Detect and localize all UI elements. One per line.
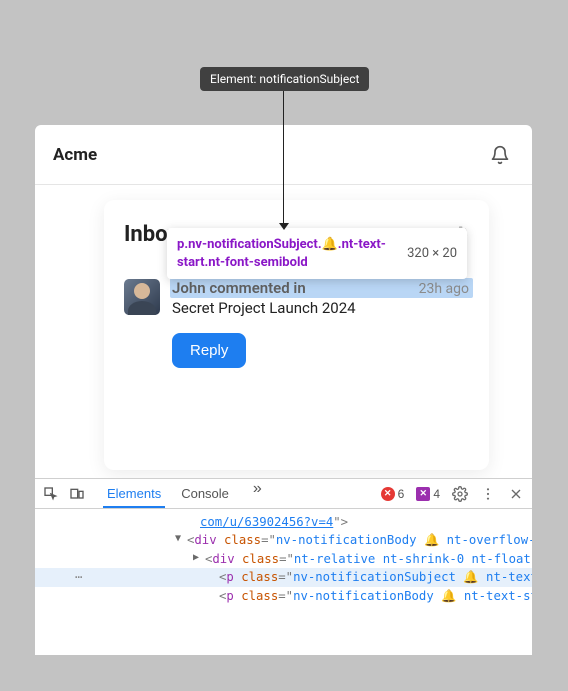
inspect-element-button[interactable] — [43, 486, 59, 502]
dom-line-selected[interactable]: ⋯ <p class="nv-notificationSubject 🔔 nt-… — [35, 568, 532, 586]
dom-line[interactable]: ▶ <div class="nt-relative nt-shrink-0 nt… — [35, 550, 532, 568]
tab-console[interactable]: Console — [181, 480, 229, 507]
tab-elements[interactable]: Elements — [107, 480, 161, 507]
inspector-element-label: Element: notificationSubject — [200, 67, 369, 91]
bell-icon — [490, 145, 510, 165]
errors-indicator[interactable]: ✕ 6 — [381, 487, 405, 501]
error-icon: ✕ — [381, 487, 395, 501]
notification-subject-line: John commented in 23h ago — [170, 278, 473, 298]
devtools-tabs: Elements Console » — [107, 480, 262, 507]
warning-icon: ✕ — [416, 487, 430, 501]
devtools-more-button[interactable] — [480, 486, 496, 502]
dom-line[interactable]: com/u/63902456?v=4"> — [35, 513, 532, 531]
notification-body: John commented in 23h ago Secret Project… — [172, 279, 469, 368]
warnings-indicator[interactable]: ✕ 4 — [416, 487, 440, 501]
pointer-arrow — [279, 223, 289, 230]
devtools-close-button[interactable] — [508, 486, 524, 502]
reply-button[interactable]: Reply — [172, 333, 246, 368]
devtools-settings-button[interactable] — [452, 486, 468, 502]
dom-line[interactable]: ▼ <div class="nv-notificationBody 🔔 nt-o… — [35, 531, 532, 549]
errors-count: 6 — [398, 487, 405, 501]
tabs-overflow-button[interactable]: » — [253, 480, 262, 507]
devtools-toolbar: Elements Console » ✕ 6 ✕ 4 — [35, 479, 532, 509]
notification-subject: John commented in — [172, 279, 306, 297]
inspector-tooltip: p.nv-notificationSubject.🔔.nt-text-start… — [167, 228, 467, 279]
notifications-bell-button[interactable] — [486, 141, 514, 169]
brand-name: Acme — [53, 145, 97, 165]
row-menu-icon[interactable]: ⋯ — [75, 568, 82, 586]
notification-text: Secret Project Launch 2024 — [172, 299, 469, 317]
inspector-dimensions: 320 × 20 — [407, 246, 457, 261]
devtools-panel: Elements Console » ✕ 6 ✕ 4 com/u/ — [35, 478, 532, 655]
notification-time: 23h ago — [419, 281, 469, 297]
avatar[interactable] — [124, 279, 160, 315]
warnings-count: 4 — [433, 487, 440, 501]
dom-tree[interactable]: com/u/63902456?v=4"> ▼ <div class="nv-no… — [35, 509, 532, 609]
dom-line[interactable]: <p class="nv-notificationBody 🔔 nt-text-… — [35, 587, 532, 605]
notification-row[interactable]: John commented in 23h ago Secret Project… — [124, 279, 469, 368]
device-toggle-button[interactable] — [69, 486, 85, 502]
inspector-selector: p.nv-notificationSubject.🔔.nt-text-start… — [177, 236, 395, 271]
pointer-line — [283, 87, 284, 227]
